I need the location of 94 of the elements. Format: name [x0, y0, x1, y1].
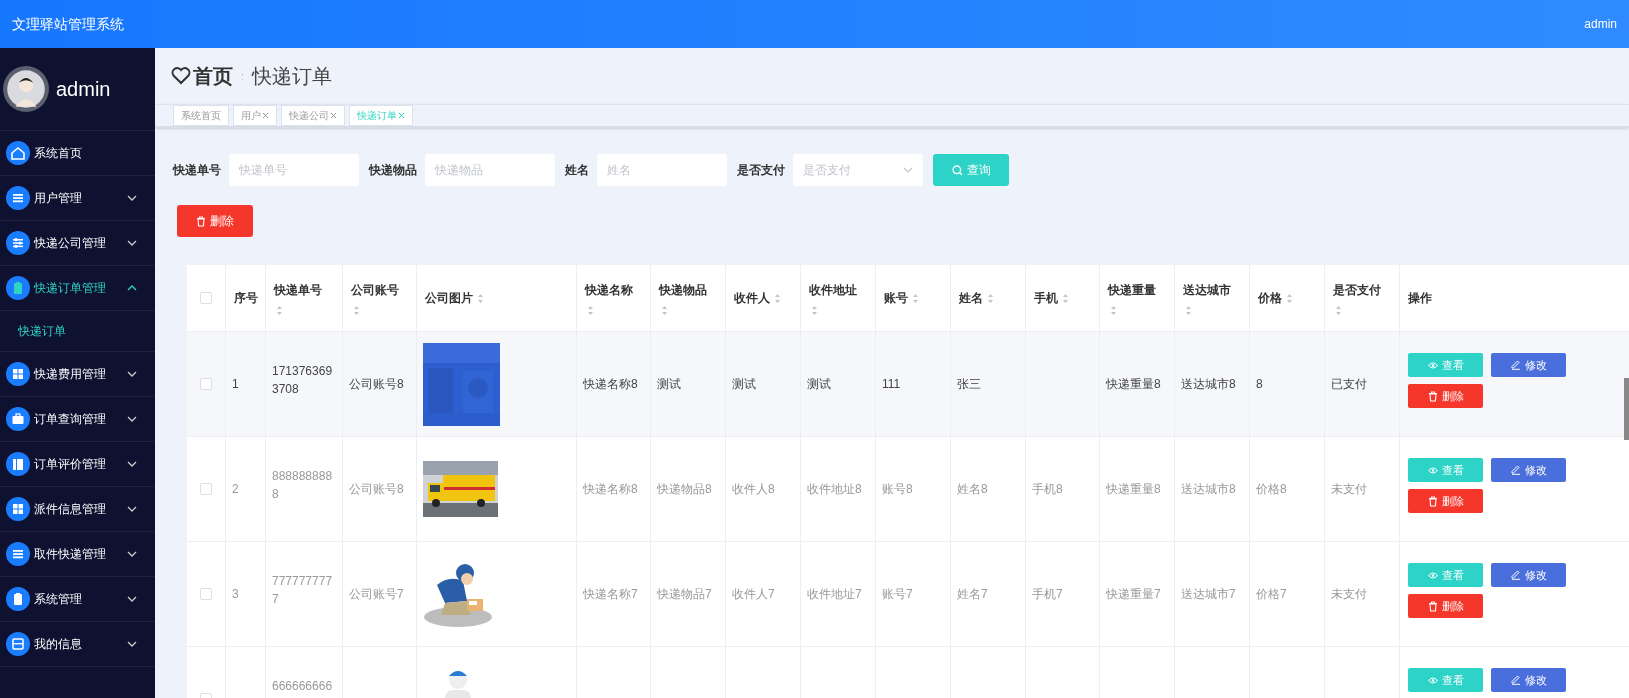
breadcrumb-home[interactable]: 首页: [193, 61, 233, 91]
sidebar-menu-item[interactable]: 取件快递管理: [0, 532, 155, 577]
table-cell-text: 账号7: [882, 586, 913, 603]
table-cell-text: 公司账号8: [349, 376, 404, 393]
table-cell-text: 账号8: [882, 481, 913, 498]
table-cell-text: 收件地址8: [807, 481, 862, 498]
filter-label: 是否支付: [737, 162, 785, 179]
select-field[interactable]: 是否支付: [793, 154, 923, 186]
sidebar-menu-item[interactable]: 我的信息: [0, 622, 155, 667]
column-header[interactable]: 快递重量: [1100, 265, 1175, 331]
table-cell-text: 收件人7: [732, 586, 775, 603]
table-cell-text: 快递物品7: [657, 586, 712, 603]
delete-button[interactable]: 删除: [177, 205, 253, 237]
table-cell-text: 快递名称8: [583, 376, 638, 393]
table-cell-text: 3: [232, 586, 239, 603]
table-cell-text: 666666666: [272, 678, 333, 695]
table-cell-text: 快递物品8: [657, 481, 712, 498]
delete-button[interactable]: 删除: [1408, 594, 1483, 618]
filter-label: 姓名: [565, 162, 589, 179]
filter-label: 快递物品: [369, 162, 417, 179]
column-header[interactable]: 送达城市: [1175, 265, 1250, 331]
sidebar-submenu-item[interactable]: 快递订单: [0, 311, 155, 352]
delete-button[interactable]: 删除: [1408, 384, 1483, 408]
column-header[interactable]: 公司账号: [343, 265, 417, 331]
column-header[interactable]: 快递物品: [651, 265, 726, 331]
table-cell-text: 7777777777: [272, 573, 334, 608]
sidebar-menu-item[interactable]: 用户管理: [0, 176, 155, 221]
table-cell-text: 快递重量7: [1106, 586, 1161, 603]
table-cell-text: 快递名称8: [583, 481, 638, 498]
column-header[interactable]: 收件人: [726, 265, 801, 331]
filter-label: 快递单号: [173, 162, 221, 179]
table-cell-text: 姓名7: [957, 586, 988, 603]
table-cell-text: 手机8: [1032, 481, 1063, 498]
column-header[interactable]: 快递名称: [577, 265, 651, 331]
sidebar-menu-item[interactable]: 快递公司管理: [0, 221, 155, 266]
table-cell-text: 收件地址7: [807, 586, 862, 603]
table-cell-text: 快递重量8: [1106, 376, 1161, 393]
column-header[interactable]: 公司图片: [417, 265, 577, 331]
table-cell-text: 公司账号8: [349, 481, 404, 498]
table-cell-text: 未支付: [1331, 586, 1367, 603]
column-header[interactable]: 快递单号: [266, 265, 343, 331]
edit-button[interactable]: 修改: [1491, 458, 1566, 482]
sidebar-menu-item[interactable]: 系统管理: [0, 577, 155, 622]
table-cell-text: 手机7: [1032, 586, 1063, 603]
table-row[interactable]: 3 7777777777 公司账号7 快递名称7 快递物品7 收件人7 收件地址7 账号7 姓名7 手机7 快递重量7 送达城市7 价格7 未支付 查看 修改 删除: [187, 542, 1629, 647]
table-cell-text: 测试: [657, 376, 681, 393]
table-cell-text: 已支付: [1331, 376, 1367, 393]
table-row[interactable]: 1 1713763693708 公司账号8 快递名称8 测试 测试 测试 111 张三 快递重量8 送达城市8 8 已支付 查看 修改 删除: [187, 332, 1629, 437]
table-cell-text: 2: [232, 481, 239, 498]
table-cell-text: 测试: [732, 376, 756, 393]
table-cell-text: 公司账号7: [349, 586, 404, 603]
sidebar-menu-item[interactable]: 派件信息管理: [0, 487, 155, 532]
table-row[interactable]: 2 8888888888 公司账号8 快递名称8 快递物品8 收件人8 收件地址8 账号8 姓名8 手机8 快递重量8 送达城市8 价格8 未支付 查看 修改 删除: [187, 437, 1629, 542]
table-cell-text: 测试: [807, 376, 831, 393]
sidebar-user-name: admin: [56, 77, 111, 102]
sidebar-menu-item[interactable]: 快递费用管理: [0, 352, 155, 397]
breadcrumb-separator: :: [241, 69, 244, 84]
table-cell-text: 快递名称7: [583, 586, 638, 603]
sidebar-menu-item[interactable]: 订单查询管理: [0, 397, 155, 442]
column-header[interactable]: 收件地址: [801, 265, 876, 331]
table-cell-text: 快递重量8: [1106, 481, 1161, 498]
delete-button[interactable]: 删除: [1408, 489, 1483, 513]
column-header[interactable]: 手机: [1026, 265, 1100, 331]
column-header[interactable]: 姓名: [951, 265, 1026, 331]
sidebar-menu-item[interactable]: 系统首页: [0, 131, 155, 176]
table-cell-text: 收件人8: [732, 481, 775, 498]
table-cell-text: 姓名8: [957, 481, 988, 498]
edit-button[interactable]: 修改: [1491, 563, 1566, 587]
edit-button[interactable]: 修改: [1491, 668, 1566, 692]
table-cell-text: 8: [1256, 376, 1263, 393]
column-header: 序号: [226, 265, 266, 331]
table-cell-text: 送达城市8: [1181, 376, 1236, 393]
app-title: 文理驿站管理系统: [12, 14, 124, 34]
edit-button[interactable]: 修改: [1491, 353, 1566, 377]
column-header[interactable]: 账号: [876, 265, 951, 331]
breadcrumb-current: 快递订单: [251, 64, 332, 89]
sidebar-menu-item[interactable]: 快递订单管理: [0, 266, 155, 311]
table-cell-text: 价格7: [1256, 586, 1287, 603]
table-cell-text: 未支付: [1331, 481, 1367, 498]
sidebar-menu-item[interactable]: 订单评价管理: [0, 442, 155, 487]
column-header: 操作: [1400, 265, 1629, 331]
input-field[interactable]: 姓名: [597, 154, 727, 186]
table-cell-text: 1: [232, 376, 239, 393]
table-cell-text: 送达城市7: [1181, 586, 1236, 603]
input-field[interactable]: 快递物品: [425, 154, 555, 186]
column-header[interactable]: 价格: [1250, 265, 1325, 331]
table-cell-text: 张三: [957, 376, 981, 393]
table-cell-text: 8888888888: [272, 468, 334, 503]
table-cell-text: 送达城市8: [1181, 481, 1236, 498]
input-field[interactable]: 快递单号: [229, 154, 359, 186]
table-cell-text: 1713763693708: [272, 363, 334, 398]
table-cell-text: 价格8: [1256, 481, 1287, 498]
table-cell-text: 111: [882, 376, 901, 393]
column-header[interactable]: 是否支付: [1325, 265, 1400, 331]
